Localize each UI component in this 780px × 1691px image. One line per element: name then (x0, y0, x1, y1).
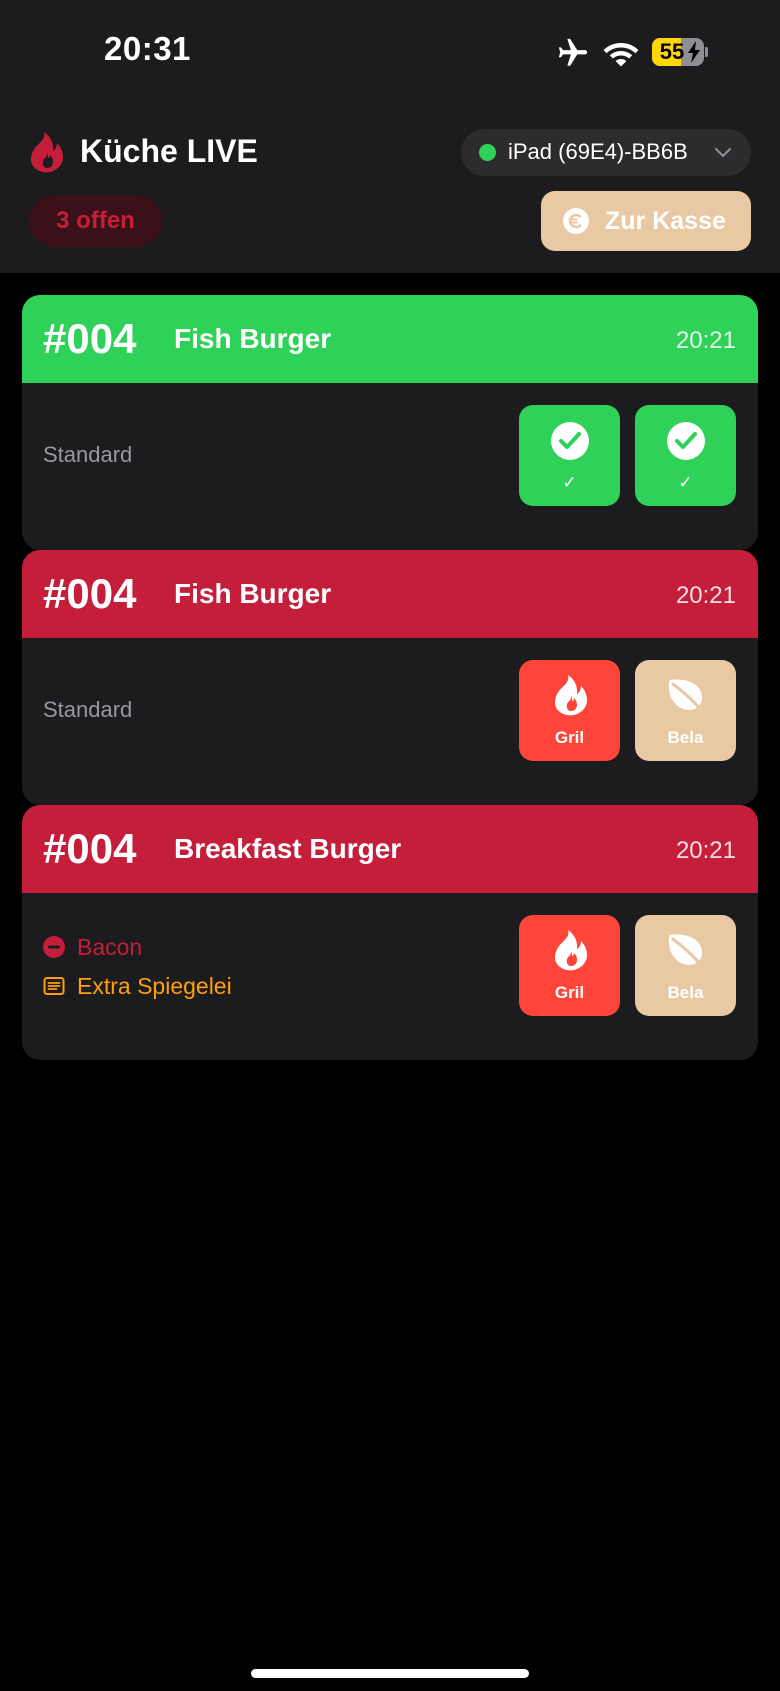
open-orders-badge: 3 offen (29, 195, 162, 247)
station-button-veg[interactable]: Bela (635, 915, 736, 1016)
order-card[interactable]: #004 Fish Burger 20:21 Standard ✓ ✓ (22, 295, 758, 550)
order-item-name: Fish Burger (174, 323, 332, 354)
order-card[interactable]: #004 Fish Burger 20:21 Standard Gril Bel… (22, 550, 758, 805)
order-item-name: Breakfast Burger (174, 833, 402, 864)
order-time: 20:21 (675, 837, 736, 864)
status-bar: 20:31 55 (0, 0, 780, 100)
charging-bolt-icon (688, 41, 700, 63)
check-circle-icon (551, 422, 589, 460)
station-label: Bela (667, 728, 704, 747)
order-card-header: #004 Breakfast Burger 20:21 (22, 805, 758, 893)
device-picker[interactable]: iPad (69E4)-BB6B (461, 129, 751, 176)
note-icon (43, 977, 65, 995)
order-item-name: Fish Burger (174, 578, 332, 609)
order-note: Standard (43, 442, 133, 467)
station-label: Bela (667, 983, 704, 1002)
home-indicator (251, 1669, 529, 1678)
order-time: 20:21 (675, 327, 736, 354)
order-time: 20:21 (675, 582, 736, 609)
flame-icon (555, 930, 587, 971)
device-status-dot (479, 144, 496, 161)
station-button-grill[interactable]: Gril (519, 660, 620, 761)
leaf-icon (668, 934, 705, 969)
flame-icon (555, 675, 587, 716)
modifier-text: Extra Spiegelei (77, 973, 232, 999)
order-number: #004 (43, 570, 137, 617)
station-button-done[interactable]: ✓ (519, 405, 620, 506)
chevron-down-icon (715, 148, 731, 157)
order-card-header: #004 Fish Burger 20:21 (22, 295, 758, 383)
station-button-grill[interactable]: Gril (519, 915, 620, 1016)
check-circle-icon (667, 422, 705, 460)
device-label: iPad (69E4)-BB6B (508, 139, 688, 164)
wifi-icon (603, 43, 639, 67)
minus-circle-icon (43, 936, 65, 958)
leaf-icon (668, 679, 705, 714)
station-label: Gril (554, 983, 585, 1002)
order-card-header: #004 Fish Burger 20:21 (22, 550, 758, 638)
order-note: Standard (43, 697, 133, 722)
airplane-mode-icon (558, 38, 588, 66)
app-title: Küche LIVE (80, 133, 258, 169)
modifier-text: Bacon (77, 934, 143, 960)
status-time: 20:31 (104, 30, 191, 67)
battery-cap (705, 47, 708, 57)
station-label: ✓ (562, 473, 577, 492)
order-number: #004 (43, 315, 137, 362)
order-number: #004 (43, 825, 137, 872)
checkout-label: Zur Kasse (605, 207, 726, 235)
order-card[interactable]: #004 Breakfast Burger 20:21 Bacon Extra … (22, 805, 758, 1060)
station-label: ✓ (678, 473, 693, 492)
euro-coin-icon (563, 208, 589, 234)
station-button-veg[interactable]: Bela (635, 660, 736, 761)
flame-logo-icon (31, 132, 63, 173)
checkout-button[interactable]: Zur Kasse (541, 191, 751, 251)
battery-indicator: 55 (652, 38, 704, 66)
battery-percent: 55 (659, 39, 685, 64)
station-label: Gril (554, 728, 585, 747)
station-button-done[interactable]: ✓ (635, 405, 736, 506)
